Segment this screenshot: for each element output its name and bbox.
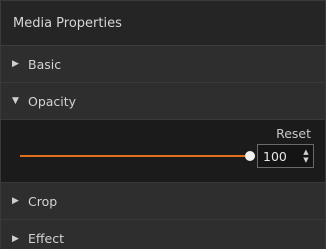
stepper-arrows[interactable]: ▲ ▼ [299,145,313,167]
chevron-up-icon[interactable]: ▲ [303,148,308,156]
media-properties-panel: Media Properties ▶ Basic ▼ Opacity Reset… [0,0,326,249]
section-effect-label: Effect [28,231,64,246]
section-basic-label: Basic [28,56,62,72]
reset-button[interactable]: Reset [276,126,311,141]
opacity-slider[interactable] [20,151,255,161]
panel-header: Media Properties [1,1,325,46]
chevron-down-icon[interactable]: ▼ [303,156,308,164]
triangle-right-icon: ▶ [12,59,19,69]
opacity-slider-thumb[interactable] [245,151,255,161]
triangle-right-icon: ▶ [12,196,19,206]
section-crop[interactable]: ▶ Crop [1,183,325,220]
opacity-controls: Reset 100 ▲ ▼ [1,120,325,183]
section-crop-label: Crop [28,193,58,209]
section-effect[interactable]: ▶ Effect [1,220,325,249]
triangle-down-icon: ▼ [12,96,19,106]
panel-title: Media Properties [13,15,122,31]
section-opacity[interactable]: ▼ Opacity [1,83,325,120]
opacity-value[interactable]: 100 [258,149,299,164]
triangle-right-icon: ▶ [12,233,19,244]
opacity-slider-fill [20,155,250,157]
opacity-stepper[interactable]: 100 ▲ ▼ [257,144,314,168]
section-basic[interactable]: ▶ Basic [1,46,325,83]
section-opacity-label: Opacity [28,93,77,109]
